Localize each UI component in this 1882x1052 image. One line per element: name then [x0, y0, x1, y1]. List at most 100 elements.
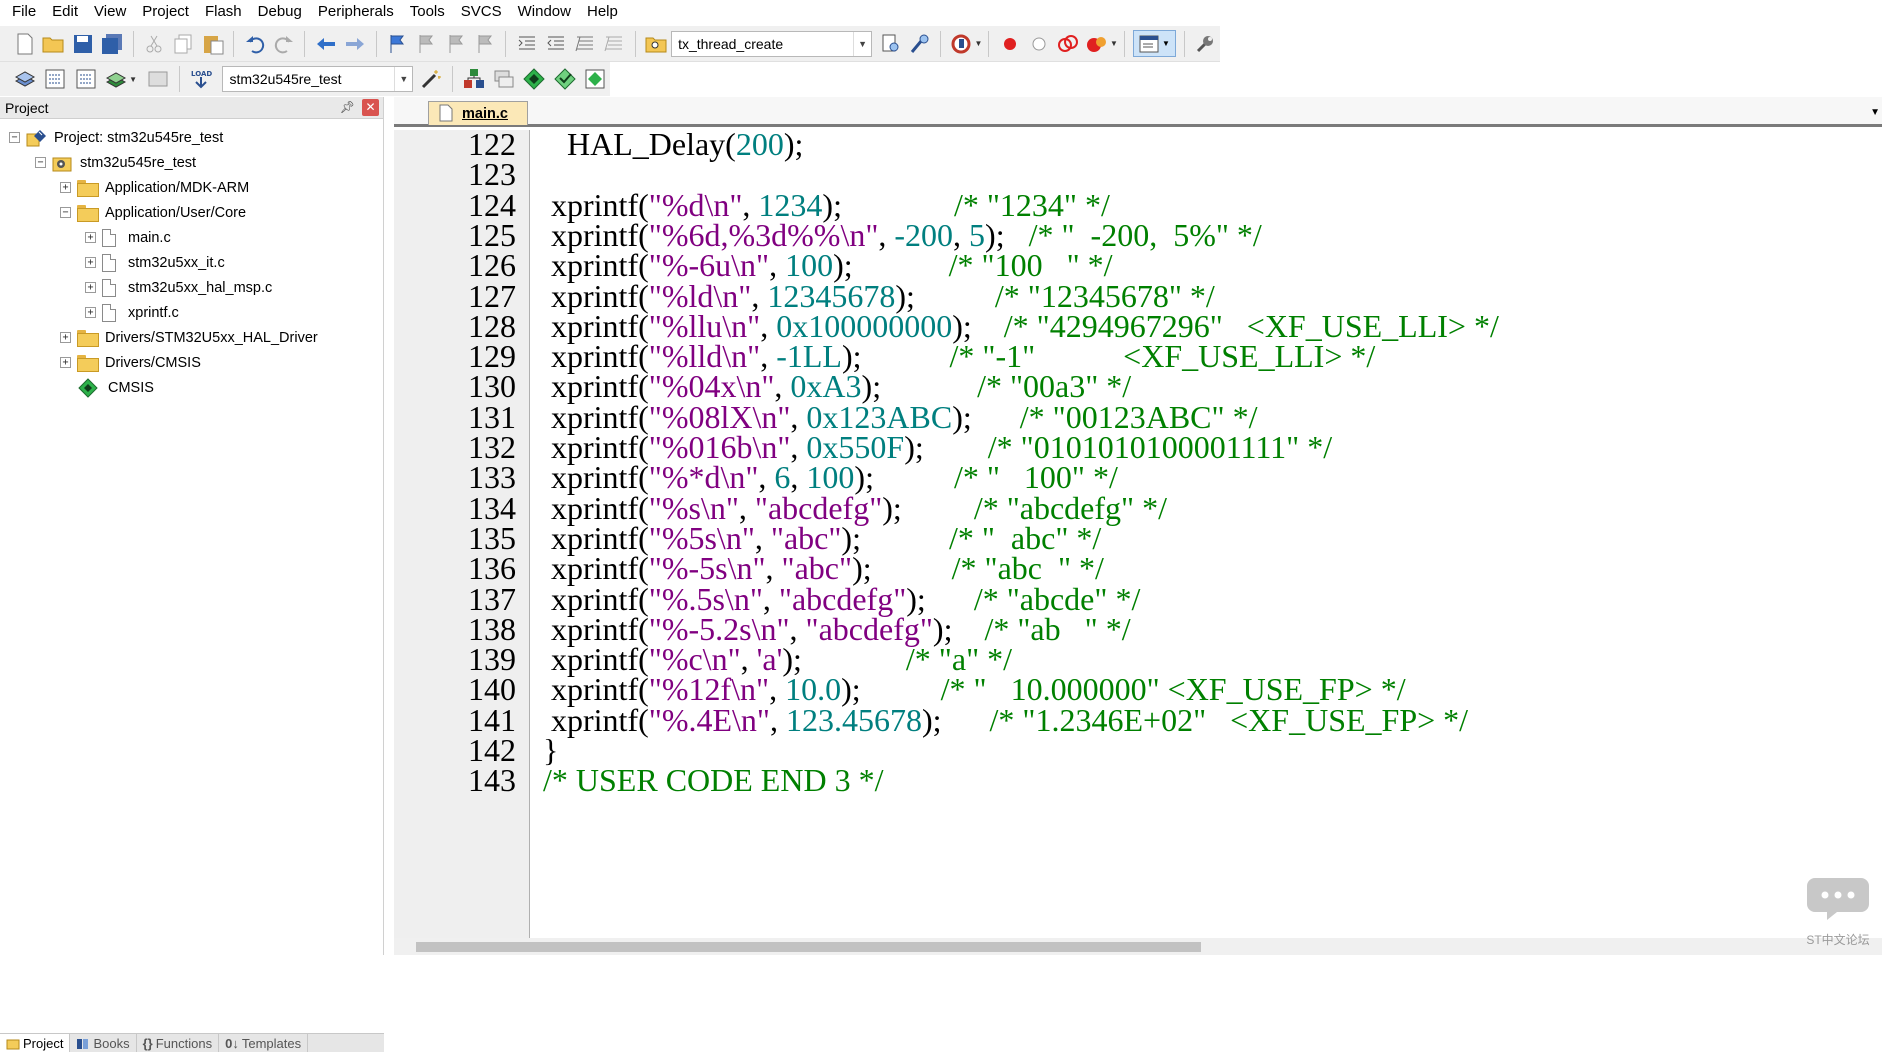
find-target-combo[interactable]: tx_thread_create ▼	[671, 30, 873, 57]
tree-file[interactable]: + main.c	[85, 225, 171, 250]
disable-breakpoints-icon[interactable]	[1056, 30, 1081, 57]
batch-build-icon[interactable]	[103, 66, 129, 93]
scrollbar-thumb[interactable]	[416, 942, 1201, 952]
file-icon	[102, 278, 116, 297]
tree-group[interactable]: − Application/User/Core	[60, 200, 246, 225]
expand-icon[interactable]: +	[60, 332, 71, 343]
menu-edit[interactable]: Edit	[44, 0, 86, 24]
tab-functions[interactable]: {} Functions	[137, 1034, 220, 1052]
translate-icon[interactable]	[12, 66, 38, 93]
navigate-forward-icon[interactable]	[343, 30, 368, 57]
indent-icon[interactable]	[514, 30, 539, 57]
configure-wrench-icon[interactable]	[1193, 30, 1218, 57]
new-file-icon[interactable]	[12, 30, 37, 57]
prev-bookmark-icon[interactable]	[414, 30, 439, 57]
redo-icon[interactable]	[271, 30, 296, 57]
menu-flash[interactable]: Flash	[197, 0, 250, 24]
tree-target[interactable]: − stm32u545re_test	[35, 150, 196, 175]
tree-cmsis[interactable]: CMSIS	[78, 375, 154, 400]
menu-svcs[interactable]: SVCS	[453, 0, 510, 24]
close-icon[interactable]: ✕	[362, 99, 379, 116]
menu-tools[interactable]: Tools	[402, 0, 453, 24]
chevron-down-icon[interactable]: ▼	[975, 39, 983, 48]
tab-main-c[interactable]: main.c	[428, 101, 528, 125]
tree-project-root[interactable]: − Project: stm32u545re_test	[9, 125, 223, 150]
expand-icon[interactable]: +	[85, 257, 96, 268]
uncomment-icon[interactable]	[602, 30, 627, 57]
menu-project[interactable]: Project	[134, 0, 197, 24]
bookmark-icon[interactable]	[385, 30, 410, 57]
insert-breakpoint-icon[interactable]	[997, 30, 1022, 57]
menu-window[interactable]: Window	[510, 0, 579, 24]
select-packs-icon[interactable]	[491, 66, 517, 93]
pack-installer-icon[interactable]	[551, 66, 577, 93]
tab-books[interactable]: Books	[70, 1034, 137, 1052]
menu-debug[interactable]: Debug	[250, 0, 310, 24]
menu-help[interactable]: Help	[579, 0, 626, 24]
navigate-back-icon[interactable]	[313, 30, 338, 57]
tree-file[interactable]: + stm32u5xx_it.c	[85, 250, 225, 275]
braces-icon: {}	[142, 1035, 153, 1051]
manage-project-items-icon[interactable]	[461, 66, 487, 93]
menu-file[interactable]: File	[4, 0, 44, 24]
incremental-find-icon[interactable]	[907, 30, 932, 57]
collapse-icon[interactable]: −	[9, 132, 20, 143]
paste-icon[interactable]	[200, 30, 225, 57]
menu-peripherals[interactable]: Peripherals	[310, 0, 402, 24]
open-folder-icon[interactable]	[41, 30, 66, 57]
multiproject-icon[interactable]	[582, 66, 608, 93]
tab-templates[interactable]: 0↓ Templates	[219, 1034, 309, 1052]
chevron-down-icon[interactable]: ▼	[394, 67, 412, 91]
expand-icon[interactable]: +	[85, 307, 96, 318]
horizontal-scrollbar[interactable]	[394, 938, 1882, 955]
tab-functions-label: Functions	[155, 1035, 213, 1051]
manage-rte-icon[interactable]	[521, 66, 547, 93]
copy-icon[interactable]	[171, 30, 196, 57]
tab-main-c-label: main.c	[462, 105, 508, 122]
cmsis-diamond-icon	[78, 377, 98, 398]
editor-tab-strip: main.c ▼	[394, 97, 1882, 127]
code-area[interactable]: 122 HAL_Delay(200); 123 124 xprintf("%d\n"…	[394, 130, 1882, 938]
cut-icon[interactable]	[142, 30, 167, 57]
window-layout-icon[interactable]: ▼	[1132, 30, 1176, 57]
tree-file[interactable]: + stm32u5xx_hal_msp.c	[85, 275, 272, 300]
tab-project[interactable]: Project	[0, 1034, 71, 1052]
comment-icon[interactable]	[573, 30, 598, 57]
build-icon[interactable]	[42, 66, 68, 93]
download-load-icon[interactable]: LOAD	[188, 66, 214, 93]
chevron-down-icon[interactable]: ▼	[1110, 39, 1118, 48]
rebuild-icon[interactable]	[73, 66, 99, 93]
chevron-down-icon[interactable]: ▼	[1870, 107, 1880, 118]
target-options-wand-icon[interactable]	[417, 66, 443, 93]
code-text: /* USER CODE END 3 */	[535, 762, 883, 798]
clear-bookmarks-icon[interactable]	[472, 30, 497, 57]
pin-icon[interactable]: 📌︎	[340, 100, 355, 114]
chevron-down-icon[interactable]: ▼	[853, 31, 871, 56]
tree-file[interactable]: + xprintf.c	[85, 300, 179, 325]
tree-group[interactable]: + Application/MDK-ARM	[60, 175, 249, 200]
expand-icon[interactable]: +	[85, 232, 96, 243]
undo-icon[interactable]	[242, 30, 267, 57]
kill-breakpoints-icon[interactable]	[1085, 30, 1110, 57]
tree-group[interactable]: + Drivers/CMSIS	[60, 350, 201, 375]
debug-session-icon[interactable]	[949, 30, 974, 57]
save-all-icon[interactable]	[100, 30, 125, 57]
next-bookmark-icon[interactable]	[443, 30, 468, 57]
find-in-files-icon[interactable]	[644, 30, 669, 57]
expand-icon[interactable]: +	[60, 357, 71, 368]
tree-group[interactable]: + Drivers/STM32U5xx_HAL_Driver	[60, 325, 318, 350]
collapse-icon[interactable]: −	[35, 157, 46, 168]
chevron-down-icon[interactable]: ▼	[129, 75, 137, 84]
save-icon[interactable]	[70, 30, 95, 57]
collapse-icon[interactable]: −	[60, 207, 71, 218]
expand-icon[interactable]: +	[60, 182, 71, 193]
code-line[interactable]: 143 /* USER CODE END 3 */	[394, 762, 1882, 798]
find-icon[interactable]	[878, 30, 903, 57]
target-select[interactable]: stm32u545re_test ▼	[222, 66, 414, 92]
enable-breakpoint-icon[interactable]	[1027, 30, 1052, 57]
unindent-icon[interactable]	[543, 30, 568, 57]
stop-build-icon[interactable]	[145, 66, 171, 93]
expand-icon[interactable]: +	[85, 282, 96, 293]
toolbar-separator	[132, 30, 134, 57]
menu-view[interactable]: View	[86, 0, 134, 24]
